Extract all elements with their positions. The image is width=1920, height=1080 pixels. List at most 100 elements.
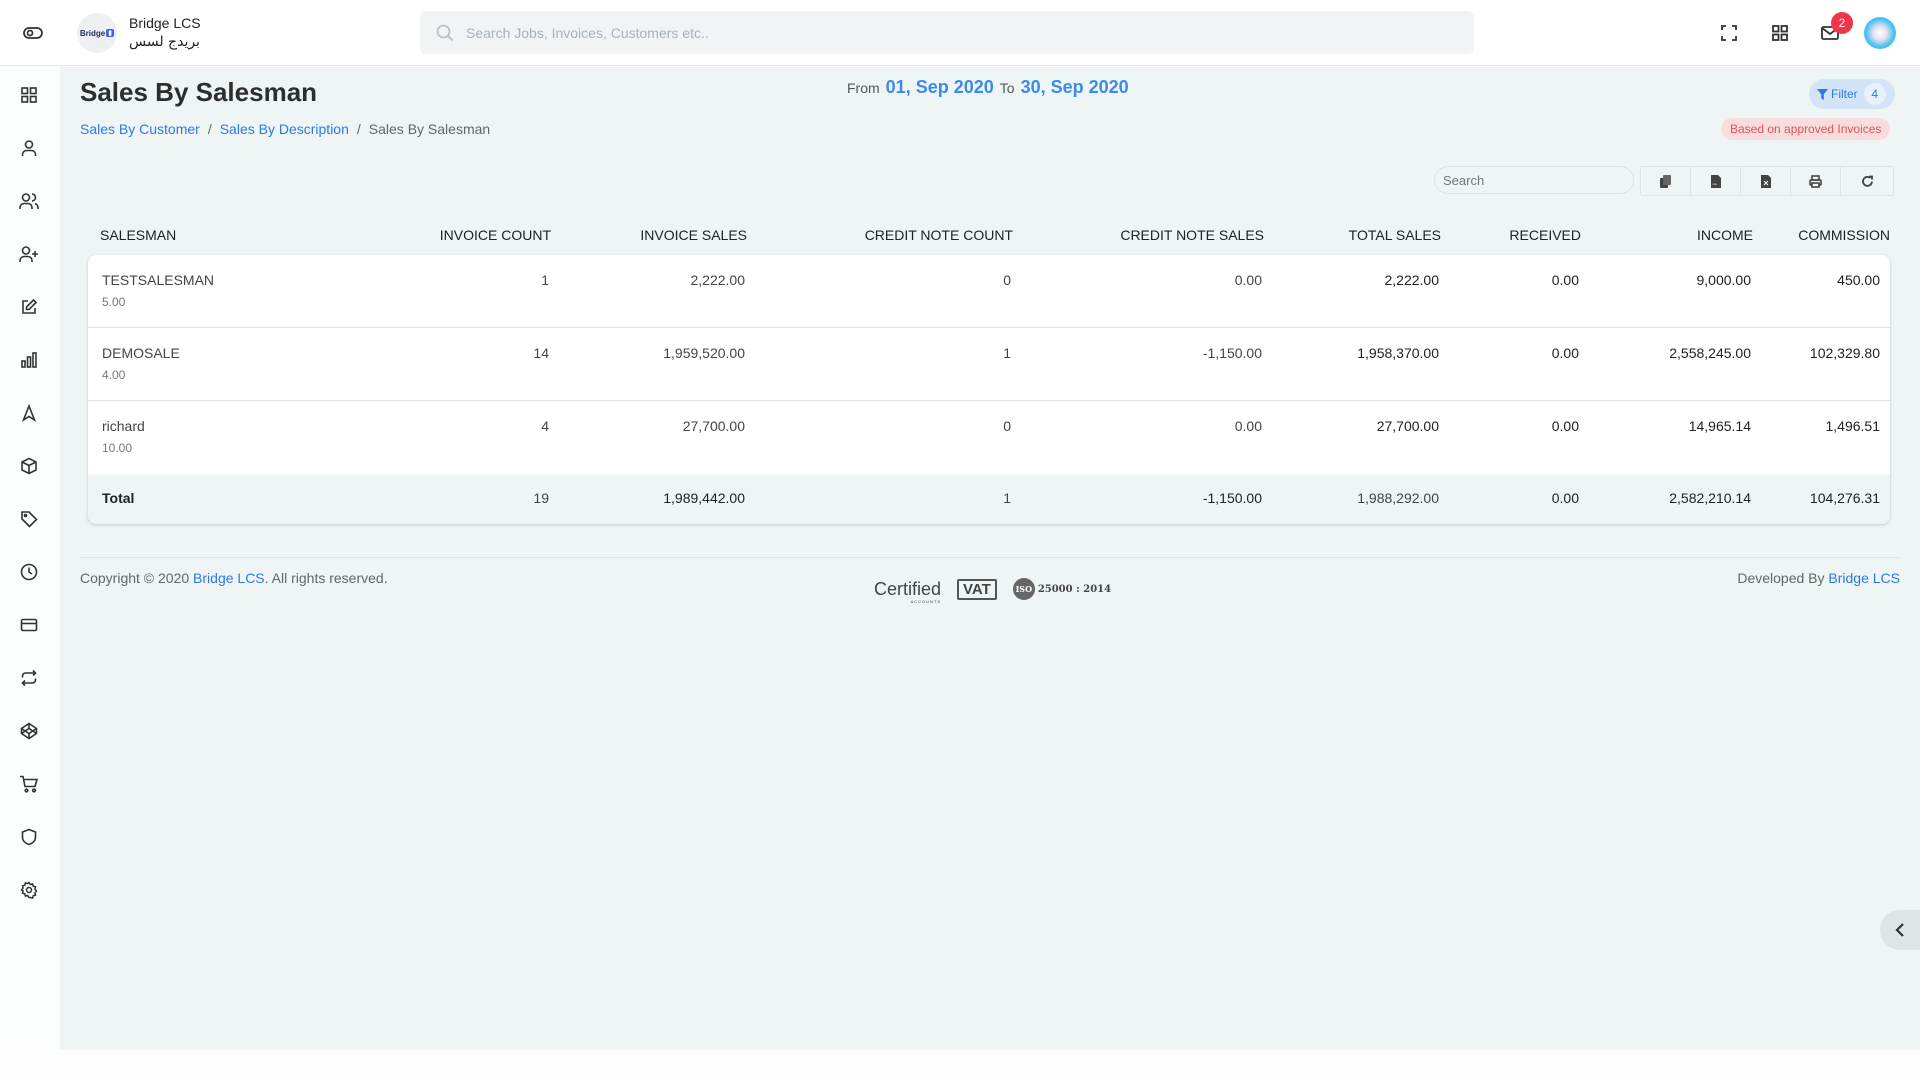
table-row[interactable]: richard 10.00 4 27,700.00 0 0.00 27,700.… — [88, 401, 1890, 474]
brand[interactable]: Bridge ▮ Bridge LCS بريدج لسس — [77, 13, 201, 53]
sidebar-item-add-user[interactable] — [19, 244, 39, 264]
invoice-count: 14 — [533, 345, 549, 361]
credit-note-count: 0 — [1003, 272, 1011, 288]
breadcrumb-sales-by-customer[interactable]: Sales By Customer — [80, 121, 200, 137]
sales-table: TESTSALESMAN 5.00 1 2,222.00 0 0.00 2,22… — [88, 255, 1890, 524]
apps-grid-icon[interactable] — [1770, 23, 1790, 43]
breadcrumb-sales-by-description[interactable]: Sales By Description — [220, 121, 349, 137]
chevron-left-icon — [1895, 923, 1904, 937]
column-header-received[interactable]: RECEIVED — [1509, 227, 1581, 243]
brand-name: Bridge LCS — [129, 15, 201, 31]
repeat-icon — [21, 669, 37, 687]
copy-button[interactable] — [1641, 167, 1691, 195]
sidebar-item-history[interactable] — [19, 562, 39, 582]
sidebar-item-tags[interactable] — [19, 509, 39, 529]
total-received: 0.00 — [1551, 490, 1579, 506]
commission: 450.00 — [1837, 272, 1880, 288]
refresh-button[interactable] — [1841, 167, 1893, 195]
date-from-label: From — [847, 80, 880, 96]
sidebar-item-dashboard[interactable] — [19, 85, 39, 105]
iso-badge: ISO — [1012, 578, 1035, 600]
total-sales: 2,222.00 — [1384, 272, 1440, 288]
column-header-credit-note-count[interactable]: CREDIT NOTE COUNT — [865, 227, 1013, 243]
copyright-prefix: Copyright © 2020 — [80, 570, 190, 586]
user-plus-icon — [19, 246, 38, 262]
user-avatar[interactable] — [1864, 17, 1896, 49]
table-total-row: Total 19 1,989,442.00 1 -1,150.00 1,988,… — [88, 474, 1890, 524]
sidebar-item-security[interactable] — [19, 827, 39, 847]
column-header-commission[interactable]: COMMISSION — [1798, 227, 1890, 243]
invoice-sales: 1,959,520.00 — [663, 345, 745, 361]
table-header: SALESMAN INVOICE COUNT INVOICE SALES CRE… — [60, 227, 1920, 255]
developer-link[interactable]: Bridge LCS — [1828, 570, 1900, 586]
side-panel-toggle[interactable] — [1880, 910, 1920, 950]
breadcrumb-separator: / — [207, 121, 212, 137]
svg-text:csv: csv — [1712, 182, 1717, 186]
date-to-label: To — [999, 80, 1015, 96]
print-button[interactable] — [1791, 167, 1841, 195]
total-total-sales: 1,988,292.00 — [1357, 490, 1439, 506]
sidebar-item-navigation[interactable] — [19, 403, 39, 423]
filter-icon — [1817, 88, 1828, 100]
credit-card-icon — [20, 618, 38, 632]
credit-note-count: 0 — [1003, 418, 1011, 434]
sidebar-item-user[interactable] — [19, 138, 39, 158]
excel-button[interactable] — [1741, 167, 1791, 195]
clock-icon — [20, 563, 38, 581]
date-from[interactable]: 01, Sep 2020 — [886, 77, 994, 98]
column-header-invoice-count[interactable]: INVOICE COUNT — [440, 227, 551, 243]
sidebar-item-reports[interactable] — [19, 350, 39, 370]
column-header-income[interactable]: INCOME — [1697, 227, 1753, 243]
column-header-invoice-sales[interactable]: INVOICE SALES — [640, 227, 747, 243]
filter-button[interactable]: Filter 4 — [1809, 79, 1895, 109]
table-row[interactable]: TESTSALESMAN 5.00 1 2,222.00 0 0.00 2,22… — [88, 255, 1890, 328]
received: 0.00 — [1551, 418, 1579, 434]
users-icon — [19, 193, 39, 209]
global-search[interactable] — [420, 11, 1474, 54]
settings-icon — [20, 881, 38, 899]
approved-invoices-badge: Based on approved Invoices — [1721, 118, 1891, 140]
search-icon — [436, 24, 454, 41]
received: 0.00 — [1551, 345, 1579, 361]
column-header-credit-note-sales[interactable]: CREDIT NOTE SALES — [1120, 227, 1264, 243]
filter-label: Filter — [1831, 87, 1858, 101]
global-search-input[interactable] — [466, 24, 1366, 41]
box-icon — [21, 457, 37, 475]
copyright-link[interactable]: Bridge LCS — [193, 570, 265, 586]
fullscreen-icon[interactable] — [1719, 23, 1739, 43]
column-header-total-sales[interactable]: TOTAL SALES — [1349, 227, 1441, 243]
salesman-name: TESTSALESMAN — [102, 272, 215, 288]
filter-count: 4 — [1863, 83, 1886, 105]
table-search-input[interactable] — [1434, 166, 1634, 194]
vat-logo: VAT — [957, 578, 997, 600]
column-header-salesman[interactable]: SALESMAN — [100, 227, 176, 243]
date-to[interactable]: 30, Sep 2020 — [1021, 77, 1129, 98]
sidebar-item-products[interactable] — [19, 456, 39, 476]
iso-logo: ISO 25000 : 2014 — [1012, 578, 1111, 600]
total-sales: 27,700.00 — [1376, 418, 1439, 434]
date-range[interactable]: From 01, Sep 2020 To 30, Sep 2020 — [847, 77, 1129, 98]
sidebar-item-settings[interactable] — [19, 880, 39, 900]
copyright: Copyright © 2020 Bridge LCS. All rights … — [80, 570, 388, 586]
sidebar-item-payments[interactable] — [19, 615, 39, 635]
csv-button[interactable]: csv — [1691, 167, 1741, 195]
bar-chart-icon — [21, 352, 37, 368]
credit-note-count: 1 — [1003, 345, 1011, 361]
sidebar-item-users[interactable] — [19, 191, 39, 211]
sidebar-item-cart[interactable] — [19, 774, 39, 794]
sidebar-toggle-icon[interactable] — [22, 24, 44, 42]
salesman-name: richard — [102, 418, 145, 434]
sidebar-item-edit[interactable] — [19, 297, 39, 317]
received: 0.00 — [1551, 272, 1579, 288]
developed-by-label: Developed By — [1737, 570, 1825, 586]
sidebar-item-modules[interactable] — [19, 721, 39, 741]
sidebar-item-transfers[interactable] — [19, 668, 39, 688]
notification-badge: 2 — [1831, 12, 1853, 34]
total-sales: 1,958,370.00 — [1357, 345, 1439, 361]
refresh-icon — [1861, 175, 1873, 187]
shopping-cart-icon — [20, 775, 39, 793]
codepen-icon — [20, 722, 38, 740]
table-row[interactable]: DEMOSALE 4.00 14 1,959,520.00 1 -1,150.0… — [88, 328, 1890, 401]
csv-file-icon: csv — [1710, 174, 1721, 188]
navigation-icon — [21, 404, 37, 422]
